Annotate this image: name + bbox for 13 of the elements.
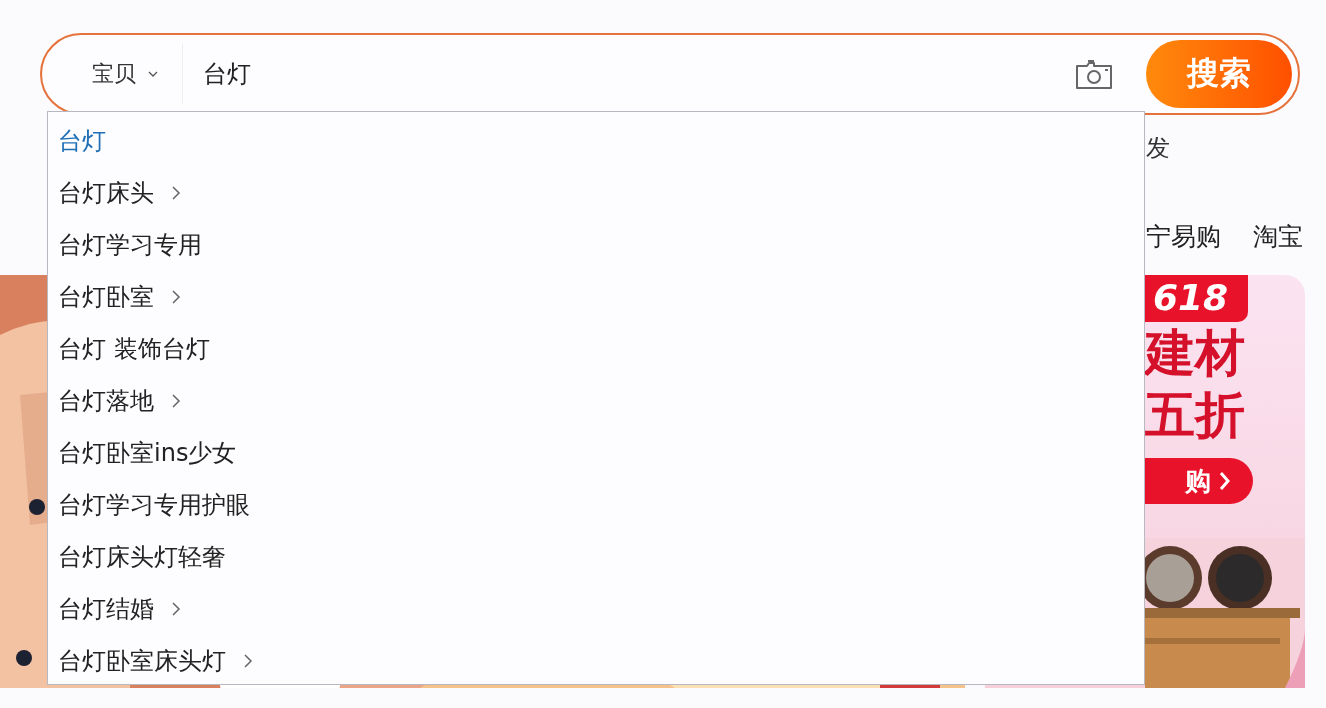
suggestion-item[interactable]: 台灯学习专用 <box>48 219 1144 271</box>
chevron-icon <box>1219 471 1231 491</box>
hot-search-link[interactable]: 发 <box>1146 132 1170 164</box>
promo-headline: 五折 <box>1144 385 1245 446</box>
search-field[interactable]: 宝贝 台灯 搜索 <box>40 33 1300 115</box>
promo-headline: 建材 <box>1144 323 1245 384</box>
nav-link[interactable]: 淘宝 <box>1253 219 1303 253</box>
camera-icon[interactable] <box>1074 57 1114 91</box>
suggestion-item[interactable]: 台灯 <box>48 115 1144 167</box>
nav-link[interactable]: 宁易购 <box>1146 219 1221 253</box>
category-dropdown[interactable]: 宝贝 <box>92 44 183 104</box>
caret-icon <box>148 71 158 77</box>
suggestion-item[interactable]: 台灯床头 <box>48 167 1144 219</box>
